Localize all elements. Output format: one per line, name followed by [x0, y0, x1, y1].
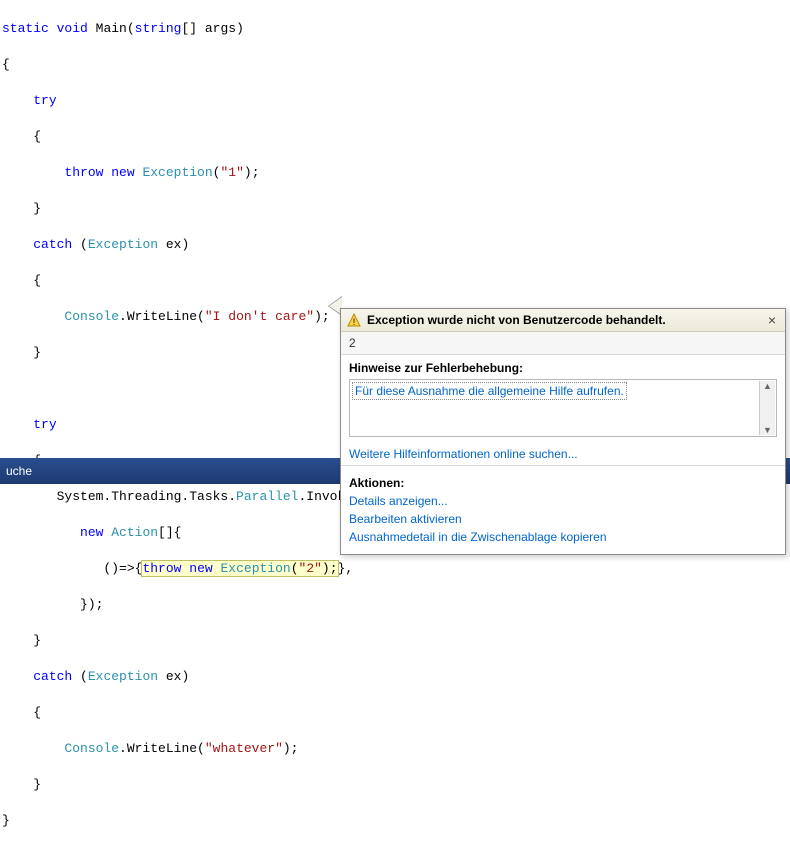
svg-text:!: !	[353, 317, 356, 327]
hints-scrollbar[interactable]: ▲ ▼	[759, 381, 775, 435]
exception-message: 2	[341, 332, 785, 355]
hint-link-general-help[interactable]: Für diese Ausnahme die allgemeine Hilfe …	[352, 382, 627, 400]
status-text: uche	[6, 464, 32, 478]
close-button[interactable]: ×	[765, 312, 779, 328]
scroll-up-icon[interactable]: ▲	[763, 381, 772, 391]
scroll-down-icon[interactable]: ▼	[763, 425, 772, 435]
action-copy-clipboard[interactable]: Ausnahmedetail in die Zwischenablage kop…	[349, 528, 777, 546]
search-online-link[interactable]: Weitere Hilfeinformationen online suchen…	[349, 447, 578, 461]
popup-title: Exception wurde nicht von Benutzercode b…	[367, 313, 666, 327]
action-view-details[interactable]: Details anzeigen...	[349, 492, 777, 510]
exception-highlight: throw new Exception("2");	[142, 561, 337, 576]
hints-label: Hinweise zur Fehlerbehebung:	[341, 355, 785, 377]
action-enable-edit[interactable]: Bearbeiten aktivieren	[349, 510, 777, 528]
exception-popup: ! Exception wurde nicht von Benutzercode…	[340, 308, 786, 555]
actions-label: Aktionen:	[349, 470, 777, 492]
warning-icon: !	[347, 313, 361, 327]
popup-titlebar: ! Exception wurde nicht von Benutzercode…	[341, 309, 785, 332]
hints-box: Für diese Ausnahme die allgemeine Hilfe …	[349, 379, 777, 437]
